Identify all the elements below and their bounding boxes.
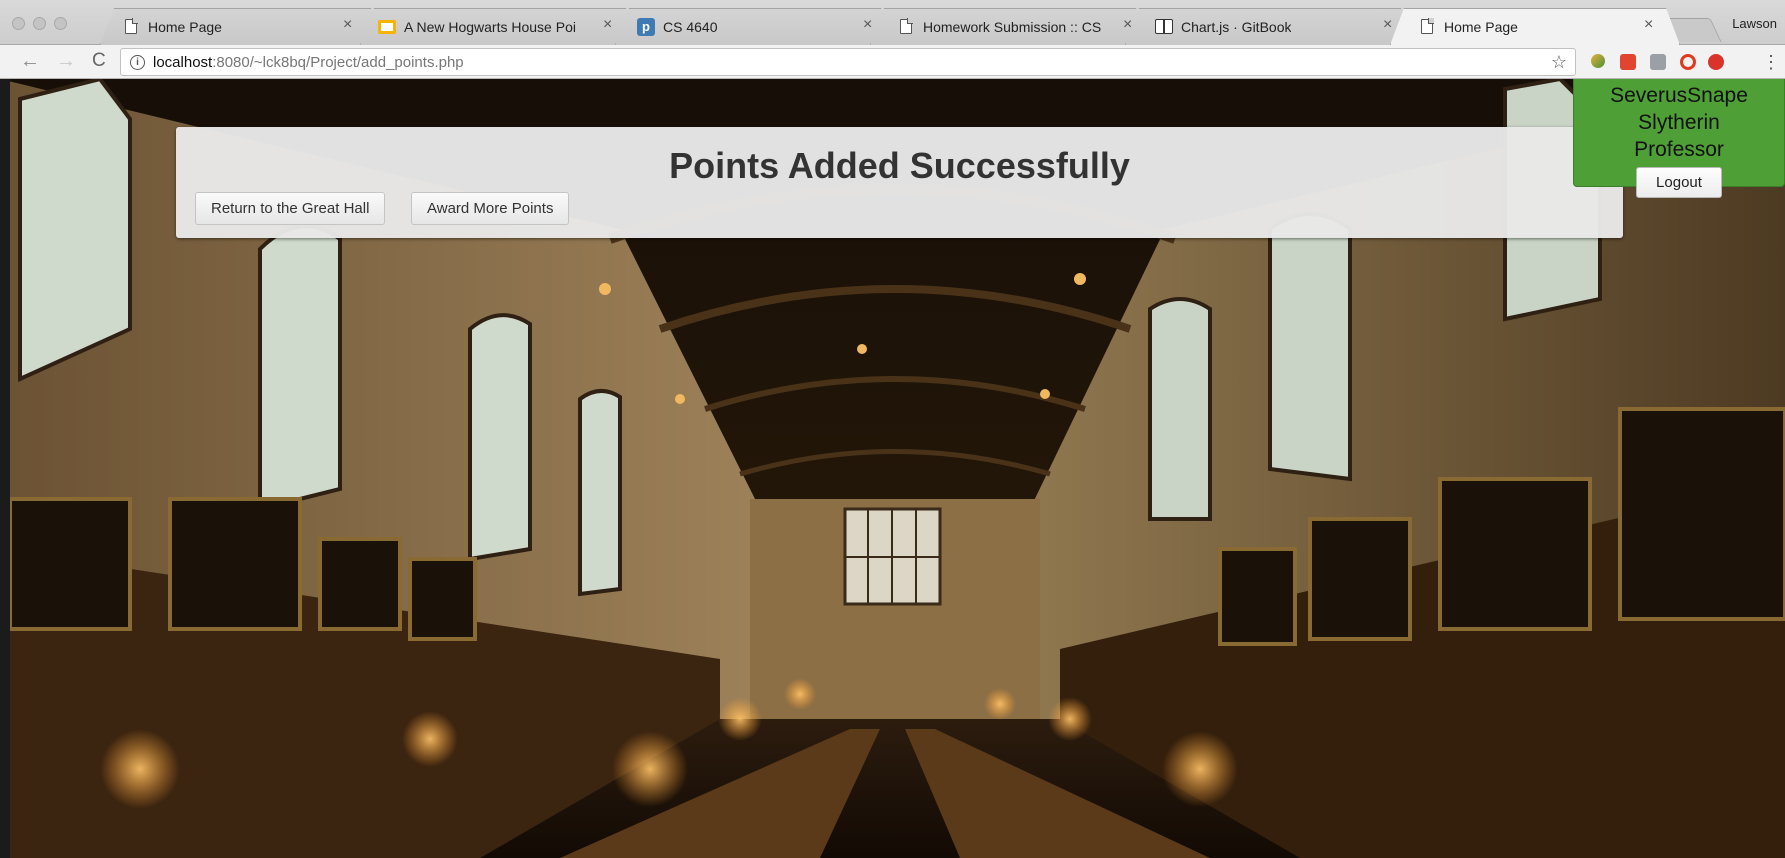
close-tab-icon[interactable]: ×	[1123, 16, 1132, 34]
user-name: SeverusSnape	[1610, 84, 1748, 107]
user-house: Slytherin	[1638, 111, 1720, 134]
p-icon: p	[637, 17, 655, 36]
reload-icon[interactable]: C	[92, 51, 106, 71]
close-tab-icon[interactable]: ×	[603, 16, 612, 34]
tab-title: CS 4640	[663, 18, 718, 35]
maximize-window-icon[interactable]	[54, 17, 67, 30]
close-tab-icon[interactable]: ×	[1644, 16, 1653, 34]
url-text: localhost:8080/~lck8bq/Project/add_point…	[153, 53, 464, 71]
browser-menu-icon[interactable]: ⋮	[1762, 52, 1780, 72]
success-notice: Points Added Successfully Return to the …	[176, 127, 1623, 238]
close-tab-icon[interactable]: ×	[863, 16, 872, 34]
close-tab-icon[interactable]: ×	[1383, 16, 1392, 34]
info-icon[interactable]: i	[130, 54, 145, 70]
return-to-great-hall-button[interactable]: Return to the Great Hall	[195, 192, 386, 225]
tab-title: A New Hogwarts House Poi	[404, 18, 576, 35]
page-icon	[122, 18, 140, 36]
forward-arrow-icon[interactable]: →	[56, 51, 76, 71]
award-more-points-button[interactable]: Award More Points	[411, 192, 570, 225]
extension-icon[interactable]	[1650, 54, 1666, 70]
opera-icon[interactable]	[1680, 54, 1696, 70]
address-bar[interactable]: i localhost:8080/~lck8bq/Project/add_poi…	[120, 48, 1576, 76]
tab-title: Home Page	[1444, 18, 1518, 35]
extension-icon[interactable]	[1620, 54, 1636, 70]
minimize-window-icon[interactable]	[33, 17, 46, 30]
extension-icon[interactable]	[1591, 54, 1605, 68]
user-info-box: SeverusSnape Slytherin Professor Logout	[1573, 79, 1785, 198]
back-arrow-icon[interactable]: ←	[20, 51, 40, 71]
tab-title: Chart.js · GitBook	[1181, 18, 1292, 35]
tab-title: Homework Submission :: CS	[923, 18, 1102, 35]
close-window-icon[interactable]	[12, 17, 25, 30]
tab-strip: Home Page × A New Hogwarts House Poi × p…	[0, 0, 1785, 45]
close-tab-icon[interactable]: ×	[343, 16, 352, 34]
browser-toolbar: ← → C i localhost:8080/~lck8bq/Project/a…	[0, 45, 1785, 79]
profile-name[interactable]: Lawson	[1732, 16, 1777, 31]
bookmark-star-icon[interactable]: ☆	[1551, 52, 1567, 73]
adblock-icon[interactable]	[1708, 54, 1724, 70]
page-content: Points Added Successfully Return to the …	[0, 79, 1785, 858]
page-icon	[1418, 18, 1436, 36]
user-role: Professor	[1634, 138, 1724, 161]
book-icon	[1155, 18, 1173, 36]
logout-button[interactable]: Logout	[1636, 167, 1722, 198]
slides-icon	[378, 18, 396, 36]
tab-title: Home Page	[148, 18, 222, 35]
page-icon	[897, 18, 915, 36]
page-title: Points Added Successfully	[669, 145, 1130, 186]
